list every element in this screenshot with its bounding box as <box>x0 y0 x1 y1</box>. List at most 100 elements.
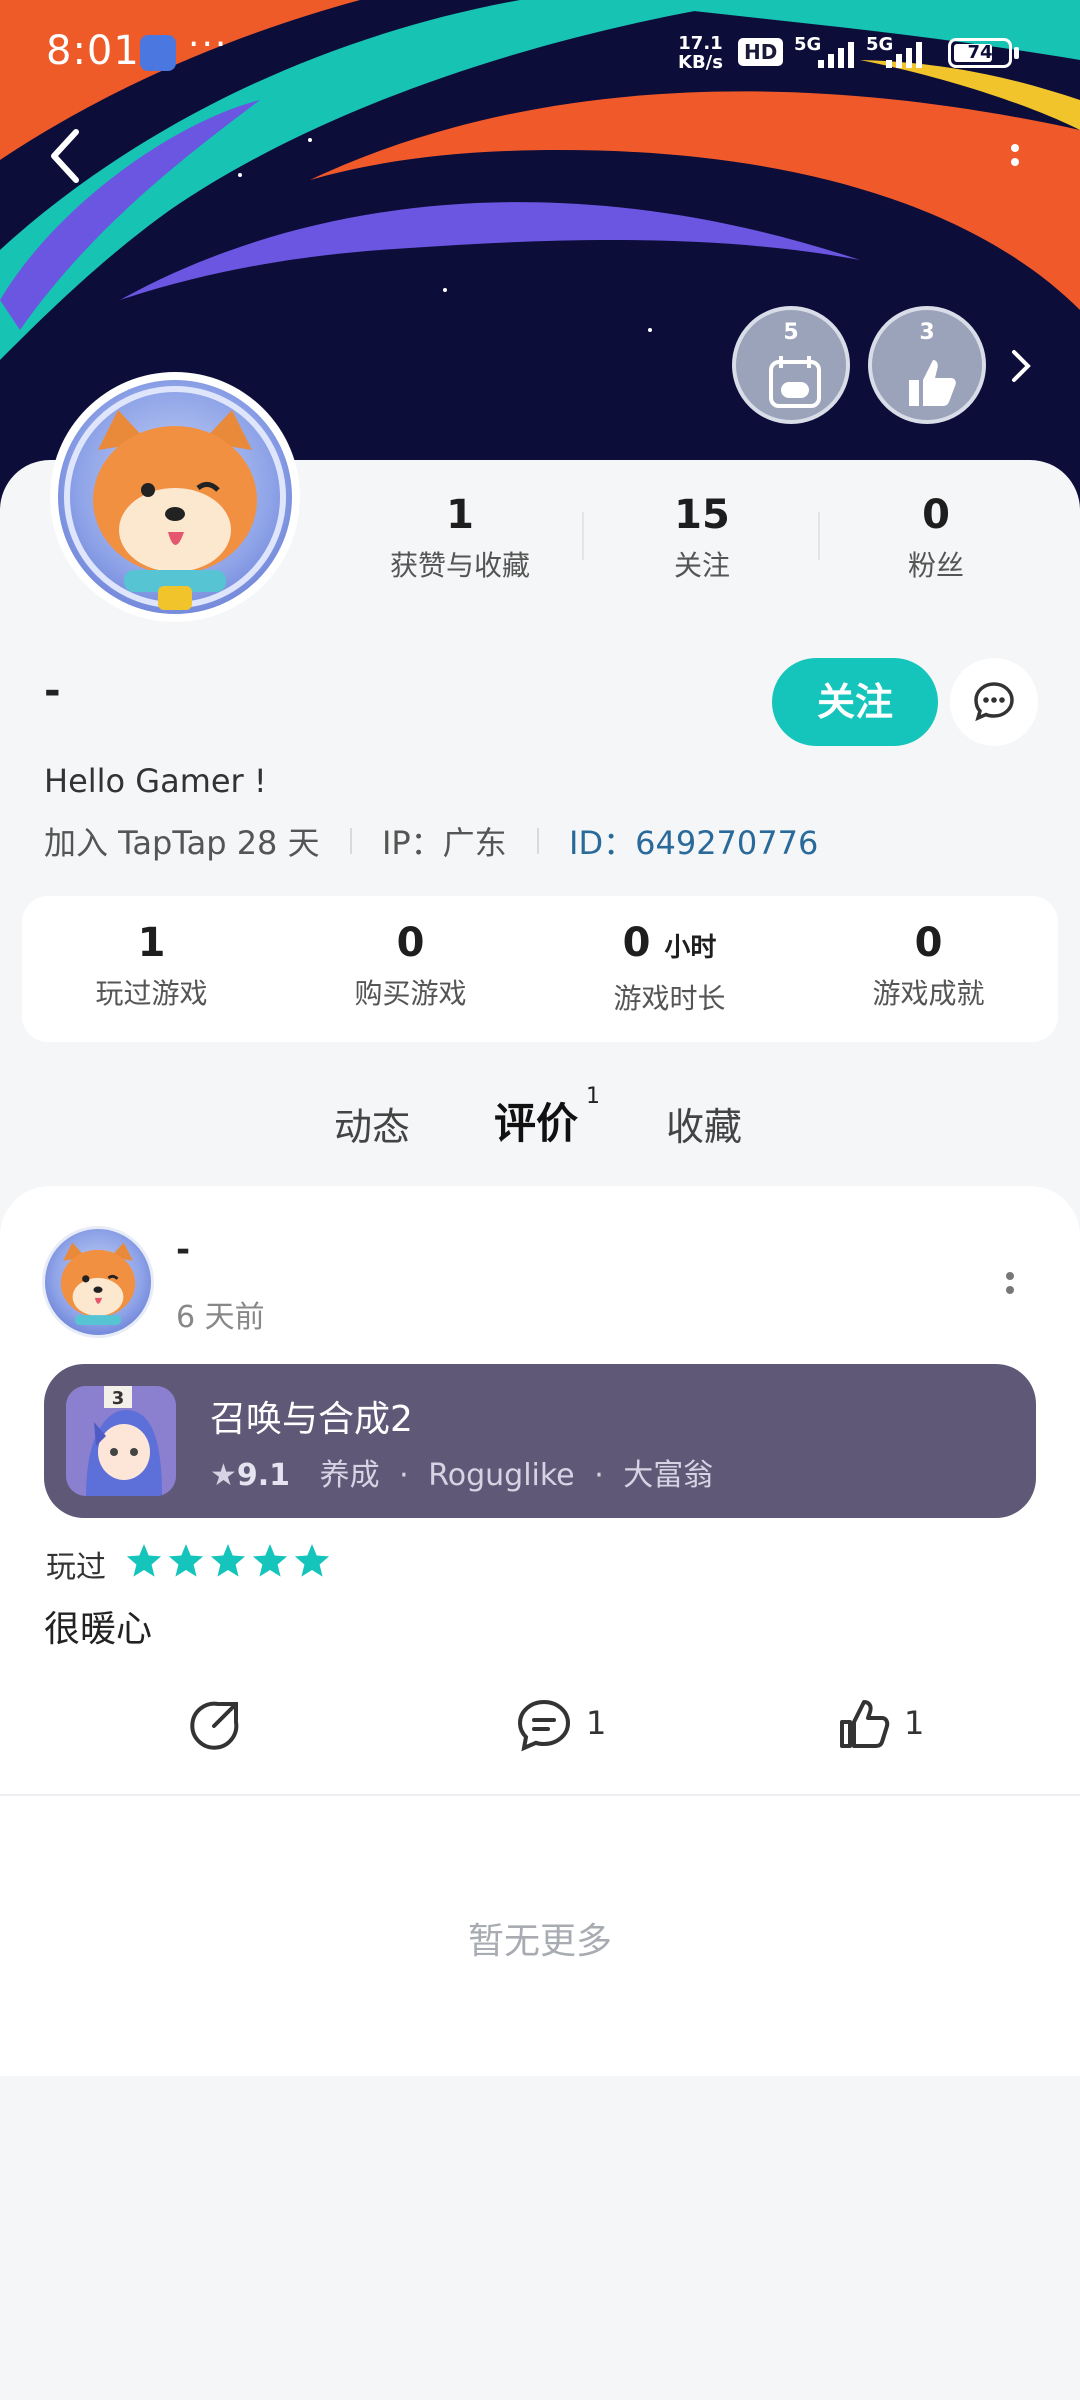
star-icon <box>252 1544 288 1577</box>
game-stats-box: 1 玩过游戏 0 购买游戏 0 小时 游戏时长 0 游戏成就 <box>22 896 1058 1042</box>
stat-label: 游戏时长 <box>613 982 726 1015</box>
chat-bubble-icon <box>974 682 1014 722</box>
profile-screen: 8:01 ··· 17.1 KB/s HD 5G 5G 74 5 3 1 获赞与… <box>0 0 1080 2400</box>
star-icon <box>168 1544 204 1577</box>
post-author-avatar[interactable] <box>42 1226 154 1338</box>
avatar[interactable] <box>50 372 300 622</box>
played-label: 玩过 <box>46 1550 106 1585</box>
rating-stars <box>126 1544 330 1577</box>
tab-reviews-count: 1 <box>586 1084 600 1109</box>
stat-unit: 小时 <box>664 933 717 963</box>
game-title: 召唤与合成2 <box>210 1399 413 1440</box>
review-post: - 6 天前 3 召唤与合成2 ★9.1 养成 · Roguglike · 大富… <box>0 1186 1080 2076</box>
tab-activity[interactable]: 动态 <box>334 1096 410 1151</box>
stat-value: 0 <box>622 920 651 966</box>
shiba-dog-icon <box>64 386 286 610</box>
stat-likes-label: 获赞与收藏 <box>389 549 530 582</box>
post-more-icon[interactable] <box>1000 1266 1020 1306</box>
stat-following[interactable]: 15 关注 <box>592 490 812 584</box>
network-speed-unit: KB/s <box>678 52 723 73</box>
ip-location: IP：广东 <box>381 824 507 862</box>
tab-reviews[interactable]: 评价 1 <box>494 1084 600 1155</box>
stat-play-time[interactable]: 0 小时 游戏时长 <box>540 920 799 1017</box>
comment-count: 1 <box>586 1704 607 1742</box>
hd-icon: HD <box>738 38 784 66</box>
battery-tip <box>1014 47 1019 59</box>
star-icon <box>294 1544 330 1577</box>
battery-icon: 74 <box>948 38 1012 68</box>
like-icon[interactable] <box>836 1698 890 1752</box>
joined-text: 加入 TapTap 28 天 <box>44 824 320 862</box>
tab-reviews-label: 评价 <box>494 1099 579 1148</box>
badge-count: 3 <box>919 320 935 345</box>
stat-label: 玩过游戏 <box>95 977 208 1010</box>
divider <box>0 1794 1080 1796</box>
thumbs-up-icon <box>909 360 956 406</box>
status-more-dots: ··· <box>188 24 229 65</box>
network-speed: 17.1 KB/s <box>678 34 723 72</box>
star-icon: ★ <box>210 1458 237 1493</box>
user-id[interactable]: ID：649270776 <box>569 818 818 864</box>
follow-button[interactable]: 关注 <box>772 658 938 746</box>
profile-stats: 1 获赞与收藏 15 关注 0 粉丝 <box>350 490 1080 590</box>
like-count: 1 <box>904 1704 925 1742</box>
status-bar: 8:01 ··· 17.1 KB/s HD 5G 5G 74 <box>0 0 1080 110</box>
divider <box>349 828 352 854</box>
comment-icon[interactable] <box>516 1698 572 1752</box>
stat-value: 0 <box>396 920 425 966</box>
stat-followers-count: 0 <box>922 492 950 538</box>
game-tag: Roguglike <box>428 1458 575 1493</box>
badge-likes[interactable]: 3 <box>868 306 986 424</box>
badge-game-calendar[interactable]: 5 <box>732 306 850 424</box>
divider <box>582 512 584 560</box>
game-card[interactable]: 3 召唤与合成2 ★9.1 养成 · Roguglike · 大富翁 <box>44 1364 1036 1518</box>
game-icon-label: 3 <box>112 1388 125 1409</box>
stat-following-label: 关注 <box>673 549 730 582</box>
stat-followers-label: 粉丝 <box>907 549 964 582</box>
tag-separator: · <box>399 1458 409 1493</box>
stat-value: 1 <box>137 920 166 966</box>
stat-purchased-games[interactable]: 0 购买游戏 <box>281 920 540 1012</box>
signal-icon <box>818 42 854 68</box>
shiba-dog-icon <box>60 1242 136 1326</box>
game-meta: ★9.1 养成 · Roguglike · 大富翁 <box>210 1450 713 1494</box>
badge-count: 5 <box>783 320 799 345</box>
game-score: 9.1 <box>236 1458 291 1493</box>
status-time: 8:01 <box>46 28 140 74</box>
no-more-label: 暂无更多 <box>467 1921 612 1962</box>
star-icon <box>210 1544 246 1577</box>
message-button[interactable] <box>950 658 1038 746</box>
signal-icon-2 <box>886 42 922 68</box>
app-notification-icon <box>140 35 176 71</box>
stat-played-games[interactable]: 1 玩过游戏 <box>22 920 281 1012</box>
stat-achievements[interactable]: 0 游戏成就 <box>799 920 1058 1012</box>
gamepad-calendar-icon <box>769 356 821 408</box>
divider <box>818 512 820 560</box>
game-tag: 大富翁 <box>623 1458 714 1493</box>
chevron-right-icon[interactable] <box>1008 346 1034 386</box>
share-icon[interactable] <box>188 1698 242 1752</box>
back-icon[interactable] <box>44 126 88 186</box>
post-author-name[interactable]: - <box>176 1230 190 1270</box>
stat-likes[interactable]: 1 获赞与收藏 <box>350 490 570 584</box>
more-options-icon[interactable] <box>1000 140 1030 180</box>
review-text: 很暖心 <box>44 1609 153 1650</box>
avatar-image <box>58 380 292 614</box>
bio: Hello Gamer ! <box>44 762 267 800</box>
stat-likes-count: 1 <box>446 492 474 538</box>
star-icon <box>126 1544 162 1577</box>
stat-label: 游戏成就 <box>872 977 985 1010</box>
tab-favorites[interactable]: 收藏 <box>666 1096 742 1151</box>
tag-separator: · <box>594 1458 604 1493</box>
username: - <box>44 668 61 714</box>
post-time: 6 天前 <box>176 1300 265 1335</box>
stat-followers[interactable]: 0 粉丝 <box>826 490 1046 584</box>
stat-value: 0 <box>914 920 943 966</box>
profile-meta: 加入 TapTap 28 天 IP：广东 ID：649270776 <box>44 818 818 864</box>
network-speed-value: 17.1 <box>678 33 723 54</box>
stat-label: 购买游戏 <box>354 977 467 1010</box>
game-tag: 养成 <box>319 1458 380 1493</box>
divider <box>536 828 539 854</box>
stat-following-count: 15 <box>674 492 730 538</box>
battery-level: 74 <box>967 42 993 63</box>
